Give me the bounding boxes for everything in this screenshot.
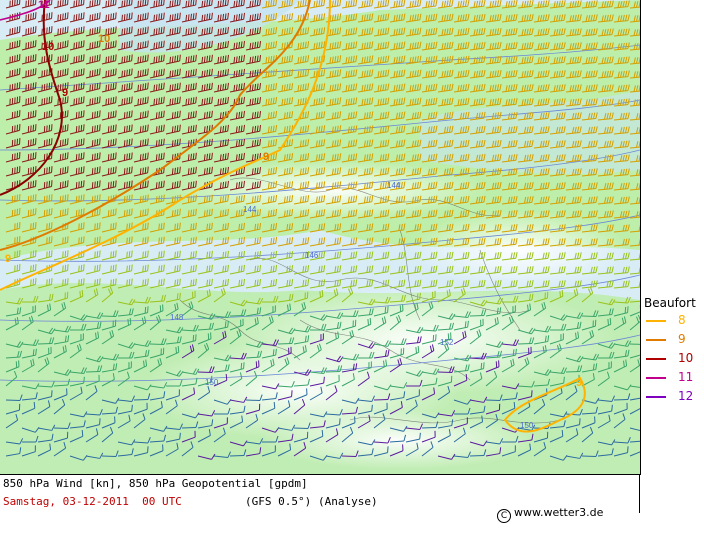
legend-title: Beaufort [644, 296, 704, 310]
legend-item: 12 [642, 388, 704, 407]
legend-swatch [646, 396, 666, 398]
beaufort-contour-label: 11 [38, 0, 50, 11]
footer-model: (GFS 0.5°) [245, 495, 311, 508]
beaufort-contour-label: 9 [5, 253, 11, 265]
beaufort-contour-label: 10 [42, 41, 54, 53]
legend-swatch [646, 339, 666, 341]
footer-analyse: (Analyse) [318, 495, 378, 508]
beaufort-contour-label: 10 [98, 33, 110, 45]
footer-parameters: 850 hPa Wind [kn], 850 hPa Geopotential … [3, 477, 308, 490]
legend-item: 10 [642, 350, 704, 369]
geopotential-label: 152 [440, 338, 454, 347]
legend-label: 11 [678, 370, 693, 384]
map-canvas: 144 144 146 148 150 152 150 11 10 9 10 9 9 9 [0, 0, 640, 474]
legend-label: 9 [678, 332, 686, 346]
legend-item: 11 [642, 369, 704, 388]
legend-label: 8 [678, 313, 686, 327]
beaufort-contour-label: 9 [62, 87, 68, 99]
copyright-icon: C [497, 509, 511, 523]
weather-map: 144 144 146 148 150 152 150 11 10 9 10 9 9 9 [0, 0, 641, 475]
beaufort-contour-label: 9 [263, 151, 269, 163]
legend-label: 12 [678, 389, 693, 403]
geopotential-label: 148 [170, 313, 184, 322]
legend-label: 10 [678, 351, 693, 365]
geopotential-label: 150 [520, 421, 534, 430]
legend-item: 9 [642, 331, 704, 350]
footer-date: Samstag, 03-12-2011 00 UTC [3, 495, 182, 508]
legend-swatch [646, 358, 666, 360]
footer-copyright-link[interactable]: Cwww.wetter3.de [483, 493, 603, 536]
legend-item: 8 [642, 312, 704, 331]
beaufort-legend: Beaufort 8 9 10 11 12 [642, 296, 704, 407]
geopotential-label: 150 [205, 378, 219, 387]
geopotential-label: 144 [243, 205, 257, 214]
map-footer: 850 hPa Wind [kn], 850 hPa Geopotential … [0, 475, 640, 513]
geopotential-label: 146 [305, 251, 319, 260]
legend-swatch [646, 377, 666, 379]
beaufort-contour-label: 9 [576, 377, 582, 389]
legend-swatch [646, 320, 666, 322]
geopotential-label: 144 [387, 181, 401, 190]
